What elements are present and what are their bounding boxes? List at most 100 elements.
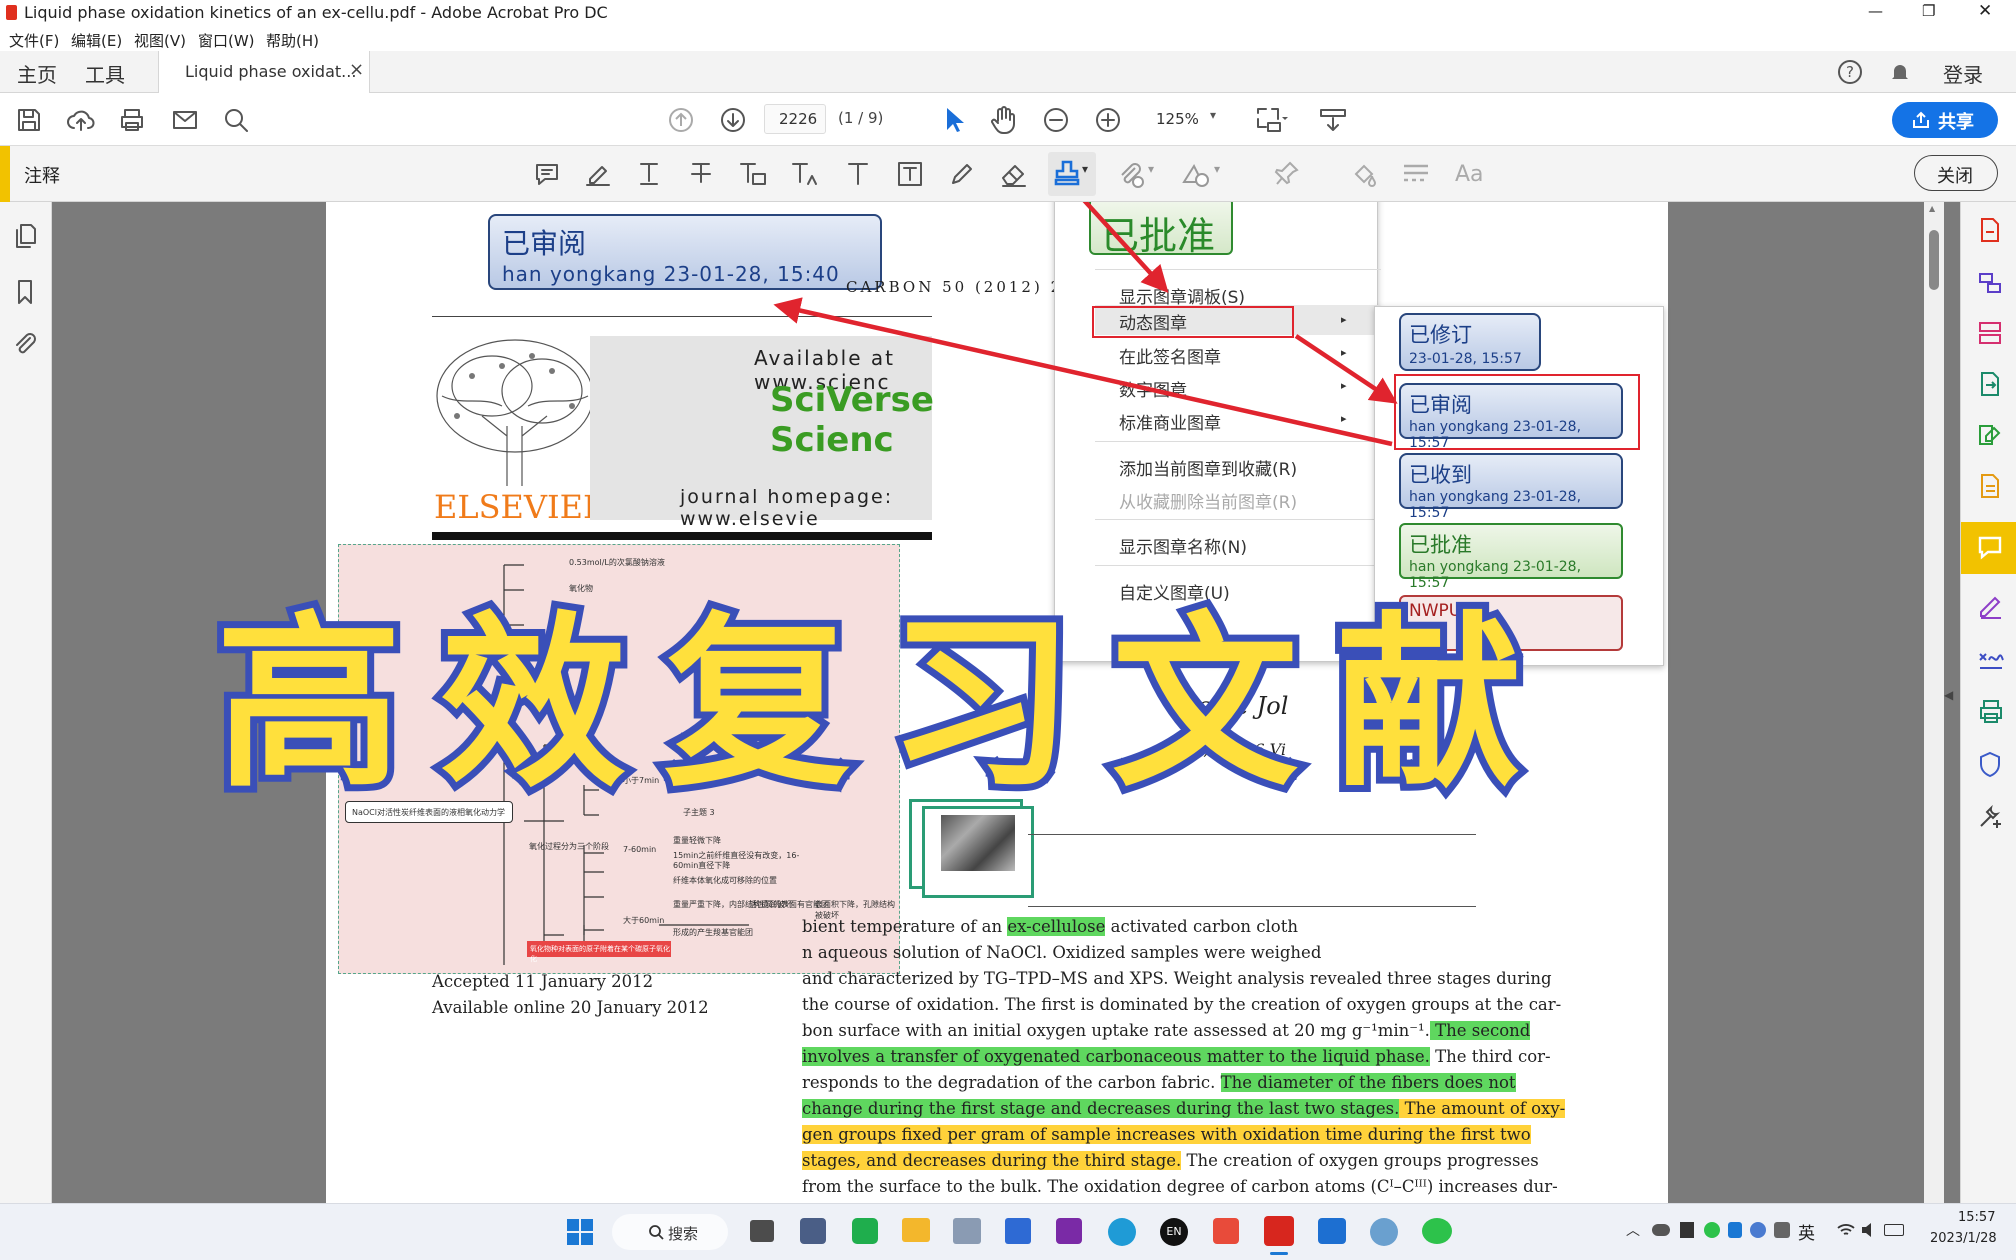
wechat-icon[interactable] bbox=[1422, 1218, 1452, 1244]
calendar-app-icon[interactable] bbox=[1005, 1218, 1031, 1244]
task-view-icon[interactable] bbox=[750, 1220, 774, 1242]
fit-page-icon[interactable] bbox=[1254, 105, 1288, 135]
volume-icon[interactable] bbox=[1860, 1222, 1878, 1238]
search-icon[interactable] bbox=[222, 106, 250, 134]
maximize-button[interactable]: ❐ bbox=[1922, 2, 1935, 20]
menu-help[interactable]: 帮助(H) bbox=[266, 30, 319, 51]
edit-pdf-icon[interactable] bbox=[1977, 422, 2003, 448]
page-number-input[interactable]: 2226 bbox=[764, 104, 826, 134]
close-comment-button[interactable]: 关闭 bbox=[1914, 155, 1998, 191]
tab-tools[interactable]: 工具 bbox=[85, 59, 125, 88]
stamp-dropdown-icon[interactable]: ▾ bbox=[1082, 162, 1088, 176]
shapes-icon[interactable] bbox=[1180, 160, 1210, 190]
line-style-icon[interactable] bbox=[1402, 162, 1430, 186]
ime-indicator[interactable]: 英 bbox=[1798, 1219, 1815, 1244]
read-mode-icon[interactable] bbox=[1318, 105, 1348, 135]
comment-tool-active[interactable] bbox=[1961, 522, 2016, 574]
tab-close-button[interactable]: × bbox=[349, 59, 364, 80]
create-pdf-icon[interactable] bbox=[1977, 216, 2003, 244]
scan-ocr-icon[interactable] bbox=[1977, 472, 2003, 500]
acrobat-taskbar-icon[interactable] bbox=[1264, 1216, 1294, 1246]
add-text-icon[interactable] bbox=[845, 160, 871, 188]
bookmark-icon[interactable] bbox=[14, 278, 36, 306]
dictionary-app-icon[interactable]: EN bbox=[1160, 1218, 1188, 1246]
select-cursor-icon[interactable] bbox=[943, 106, 965, 134]
email-icon[interactable] bbox=[171, 107, 199, 133]
zoom-select[interactable]: 125% ▾ bbox=[1146, 104, 1226, 134]
taskbar-search[interactable]: 搜索 bbox=[612, 1214, 728, 1250]
tray-bluetooth-icon[interactable] bbox=[1728, 1222, 1742, 1238]
pencil-icon[interactable] bbox=[948, 160, 976, 188]
close-window-button[interactable]: ✕ bbox=[1978, 1, 1992, 21]
export-pdf-icon[interactable] bbox=[1977, 370, 2003, 398]
shapes-dropdown-icon[interactable]: ▾ bbox=[1214, 162, 1220, 176]
page-up-icon[interactable] bbox=[668, 107, 694, 133]
zoom-in-icon[interactable] bbox=[1095, 107, 1121, 133]
tab-home[interactable]: 主页 bbox=[17, 59, 57, 88]
clock-date[interactable]: 2023/1/28 bbox=[1930, 1231, 1997, 1246]
print-production-icon[interactable] bbox=[1977, 698, 2005, 726]
sticky-note-icon[interactable] bbox=[534, 161, 560, 187]
combine-files-icon[interactable] bbox=[1977, 270, 2003, 296]
menu-view[interactable]: 视图(V) bbox=[134, 30, 186, 51]
fill-sign-icon[interactable] bbox=[1977, 592, 2005, 620]
insert-text-icon[interactable] bbox=[790, 160, 820, 188]
green-app-icon[interactable] bbox=[852, 1218, 878, 1244]
tray-wechat-icon[interactable] bbox=[1704, 1222, 1720, 1238]
tray-tool-icon[interactable] bbox=[1774, 1222, 1790, 1238]
attach-file-icon[interactable] bbox=[1116, 160, 1146, 190]
replace-text-icon[interactable] bbox=[738, 160, 768, 188]
underline-text-icon[interactable] bbox=[636, 160, 662, 188]
windows-start-icon[interactable] bbox=[566, 1218, 594, 1246]
organize-pages-icon[interactable] bbox=[1977, 320, 2003, 346]
highlight-icon[interactable] bbox=[584, 161, 612, 187]
page-thumbnails-icon[interactable] bbox=[12, 222, 38, 250]
stamp-icon[interactable] bbox=[1052, 158, 1082, 190]
tray-weibo-icon[interactable] bbox=[1750, 1222, 1766, 1238]
scroll-thumb[interactable] bbox=[1929, 230, 1939, 290]
edge-browser-icon[interactable] bbox=[1108, 1218, 1136, 1246]
bell-icon[interactable] bbox=[1888, 60, 1912, 84]
video-app-icon[interactable] bbox=[1318, 1218, 1346, 1244]
help-icon[interactable]: ? bbox=[1838, 60, 1862, 84]
tray-app-icon[interactable] bbox=[1680, 1222, 1694, 1238]
vertical-scrollbar[interactable]: ▲ bbox=[1924, 202, 1944, 1203]
request-signature-icon[interactable] bbox=[1977, 646, 2005, 672]
file-explorer-icon[interactable] bbox=[902, 1218, 930, 1242]
attach-dropdown-icon[interactable]: ▾ bbox=[1148, 162, 1154, 176]
tray-cloud-icon[interactable] bbox=[1652, 1224, 1670, 1236]
tray-expand-icon[interactable]: ︿ bbox=[1626, 1220, 1640, 1240]
fill-color-icon[interactable] bbox=[1350, 160, 1380, 188]
collapse-right-pane-icon[interactable]: ◀ bbox=[1944, 688, 1953, 702]
page-down-icon[interactable] bbox=[720, 107, 746, 133]
mail-app-icon[interactable] bbox=[953, 1218, 981, 1244]
protect-icon[interactable] bbox=[1977, 750, 2003, 778]
share-button[interactable]: 共享 bbox=[1892, 102, 1998, 138]
battery-icon[interactable] bbox=[1884, 1224, 1904, 1236]
save-icon[interactable] bbox=[15, 106, 43, 134]
print-icon[interactable] bbox=[118, 106, 146, 134]
pin-icon[interactable] bbox=[1274, 160, 1300, 188]
globe-app-icon[interactable] bbox=[1370, 1218, 1398, 1246]
tab-document[interactable]: Liquid phase oxidat... × bbox=[158, 51, 370, 93]
login-link[interactable]: 登录 bbox=[1943, 59, 1983, 88]
menu-window[interactable]: 窗口(W) bbox=[198, 30, 255, 51]
eraser-icon[interactable] bbox=[999, 160, 1029, 188]
strikethrough-icon[interactable] bbox=[688, 160, 714, 188]
onenote-icon[interactable] bbox=[1056, 1218, 1082, 1244]
more-tools-icon[interactable] bbox=[1977, 802, 2005, 830]
widget-app-icon[interactable] bbox=[800, 1218, 826, 1244]
menu-file[interactable]: 文件(F) bbox=[9, 30, 59, 51]
text-box-icon[interactable] bbox=[896, 160, 924, 188]
menu-edit[interactable]: 编辑(E) bbox=[71, 30, 122, 51]
hand-tool-icon[interactable] bbox=[990, 105, 1018, 135]
font-properties-icon[interactable]: Aa bbox=[1455, 162, 1484, 187]
scroll-up-icon[interactable]: ▲ bbox=[1929, 204, 1935, 213]
cloud-upload-icon[interactable] bbox=[66, 106, 96, 134]
xmind-app-icon[interactable] bbox=[1213, 1218, 1239, 1244]
minimize-button[interactable]: — bbox=[1868, 2, 1883, 20]
wifi-icon[interactable] bbox=[1836, 1222, 1856, 1238]
zoom-out-icon[interactable] bbox=[1043, 107, 1069, 133]
attachments-icon[interactable] bbox=[12, 330, 38, 358]
clock-time[interactable]: 15:57 bbox=[1958, 1210, 1995, 1225]
